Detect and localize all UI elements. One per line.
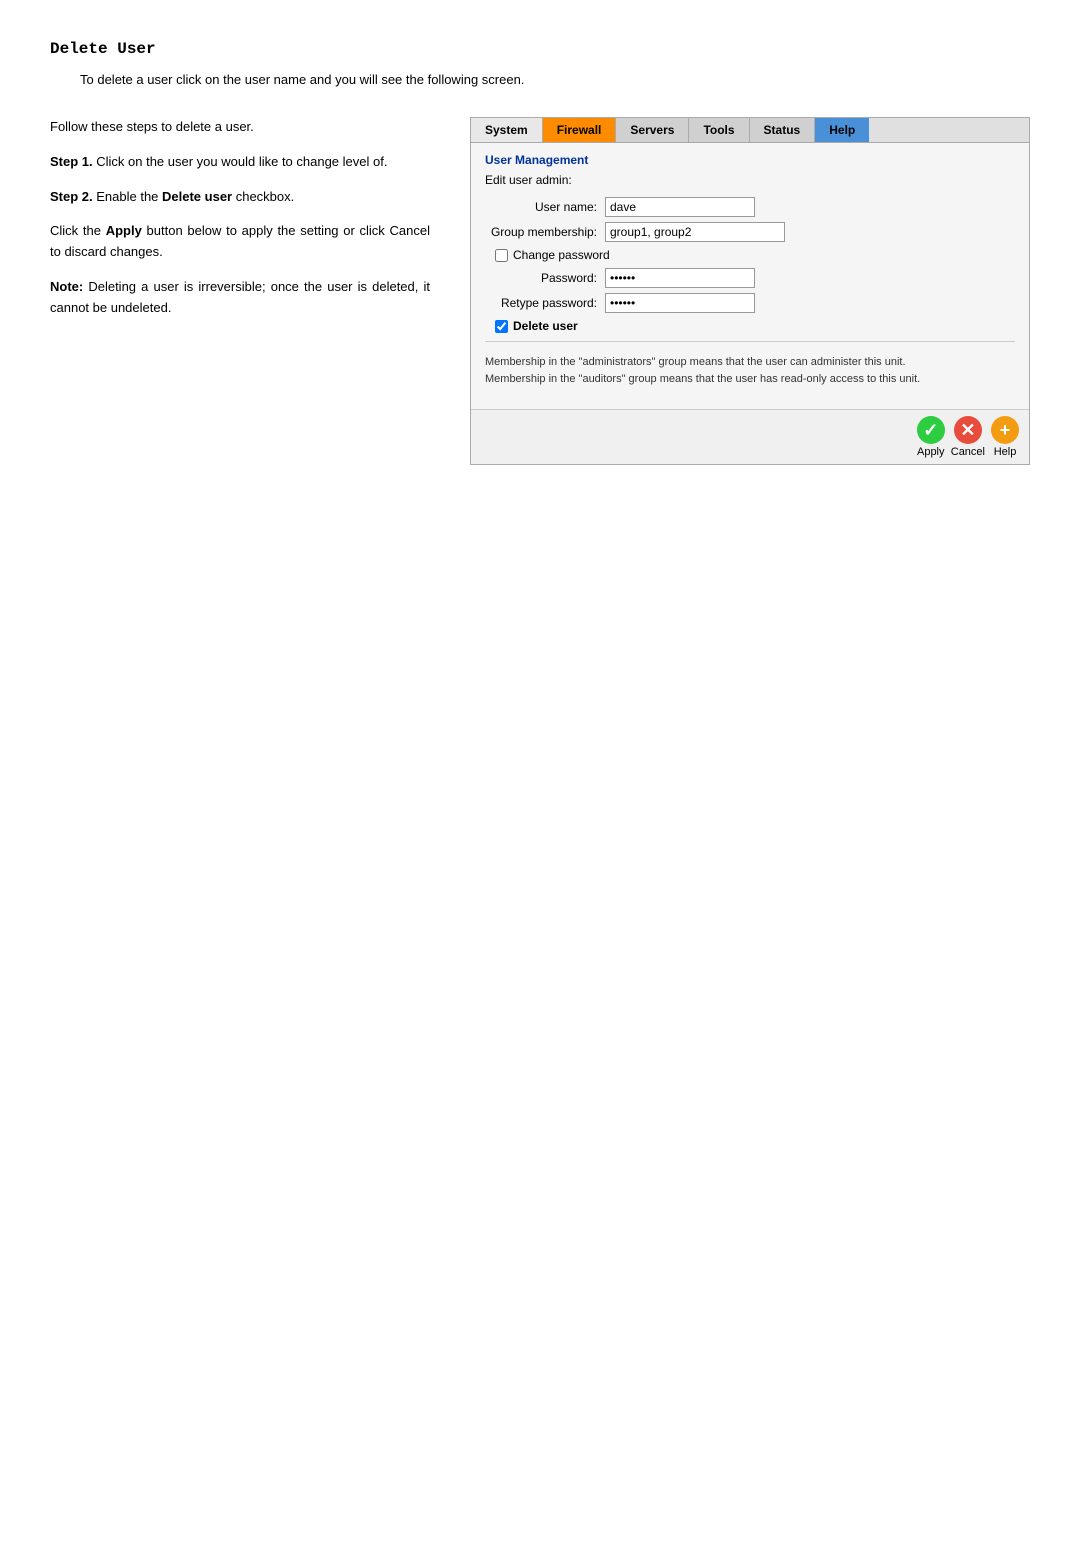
nav-help[interactable]: Help bbox=[815, 118, 869, 142]
apply-icon: ✓ bbox=[917, 416, 945, 444]
follow-steps-text: Follow these steps to delete a user. bbox=[50, 117, 430, 138]
delete-user-label: Delete user bbox=[513, 319, 578, 333]
divider bbox=[485, 341, 1015, 342]
username-input[interactable] bbox=[605, 197, 755, 217]
section-title: User Management bbox=[485, 153, 1015, 167]
action-bar: ✓ Apply ✕ Cancel + Help bbox=[471, 409, 1029, 464]
password-input[interactable] bbox=[605, 268, 755, 288]
delete-user-row: Delete user bbox=[485, 319, 1015, 333]
left-column: Follow these steps to delete a user. Ste… bbox=[50, 117, 430, 333]
group-label: Group membership: bbox=[485, 225, 605, 239]
panel: System Firewall Servers Tools Status Hel… bbox=[470, 117, 1030, 465]
note-label: Note: bbox=[50, 279, 83, 294]
step2-text: Step 2. Enable the Delete user checkbox. bbox=[50, 187, 430, 208]
step1-body: Click on the user you would like to chan… bbox=[93, 154, 388, 169]
intro-text: To delete a user click on the user name … bbox=[80, 72, 1030, 87]
apply-instruction: Click the Apply button below to apply th… bbox=[50, 221, 430, 263]
note-text: Note: Deleting a user is irreversible; o… bbox=[50, 277, 430, 319]
info-text: Membership in the "administrators" group… bbox=[485, 352, 1015, 389]
retype-input[interactable] bbox=[605, 293, 755, 313]
info-line2: Membership in the "auditors" group means… bbox=[485, 371, 1015, 388]
step2-bold: Delete user bbox=[162, 189, 232, 204]
nav-system[interactable]: System bbox=[471, 118, 543, 142]
apply-bold: Apply bbox=[106, 223, 142, 238]
retype-password-row: Retype password: bbox=[485, 293, 1015, 313]
cancel-label: Cancel bbox=[951, 446, 985, 458]
nav-tools[interactable]: Tools bbox=[689, 118, 749, 142]
step2-label: Step 2. bbox=[50, 189, 93, 204]
nav-status[interactable]: Status bbox=[750, 118, 816, 142]
username-label: User name: bbox=[485, 200, 605, 214]
help-icon: + bbox=[991, 416, 1019, 444]
step1-text: Step 1. Click on the user you would like… bbox=[50, 152, 430, 173]
step1-label: Step 1. bbox=[50, 154, 93, 169]
nav-bar: System Firewall Servers Tools Status Hel… bbox=[471, 118, 1029, 143]
change-password-checkbox[interactable] bbox=[495, 249, 508, 262]
edit-label: Edit user admin: bbox=[485, 173, 1015, 187]
help-label: Help bbox=[994, 446, 1017, 458]
group-input[interactable] bbox=[605, 222, 785, 242]
apply-label: Apply bbox=[917, 446, 945, 458]
password-row: Password: bbox=[485, 268, 1015, 288]
note-body: Deleting a user is irreversible; once th… bbox=[50, 279, 430, 315]
panel-body: User Management Edit user admin: User na… bbox=[471, 143, 1029, 409]
password-label: Password: bbox=[485, 271, 605, 285]
retype-label: Retype password: bbox=[485, 296, 605, 310]
apply-button[interactable]: ✓ Apply bbox=[917, 416, 945, 458]
apply-pre: Click the bbox=[50, 223, 106, 238]
help-button[interactable]: + Help bbox=[991, 416, 1019, 458]
step2-body: Enable the bbox=[93, 189, 162, 204]
step2-end: checkbox. bbox=[232, 189, 294, 204]
delete-user-checkbox[interactable] bbox=[495, 320, 508, 333]
username-row: User name: bbox=[485, 197, 1015, 217]
cancel-button[interactable]: ✕ Cancel bbox=[951, 416, 985, 458]
nav-firewall[interactable]: Firewall bbox=[543, 118, 617, 142]
cancel-icon: ✕ bbox=[954, 416, 982, 444]
group-row: Group membership: bbox=[485, 222, 1015, 242]
info-line1: Membership in the "administrators" group… bbox=[485, 354, 1015, 371]
nav-servers[interactable]: Servers bbox=[616, 118, 689, 142]
page-title: Delete User bbox=[50, 40, 1030, 58]
content-area: Follow these steps to delete a user. Ste… bbox=[50, 117, 1030, 465]
change-password-row: Change password bbox=[485, 248, 1015, 262]
change-password-label: Change password bbox=[513, 248, 610, 262]
